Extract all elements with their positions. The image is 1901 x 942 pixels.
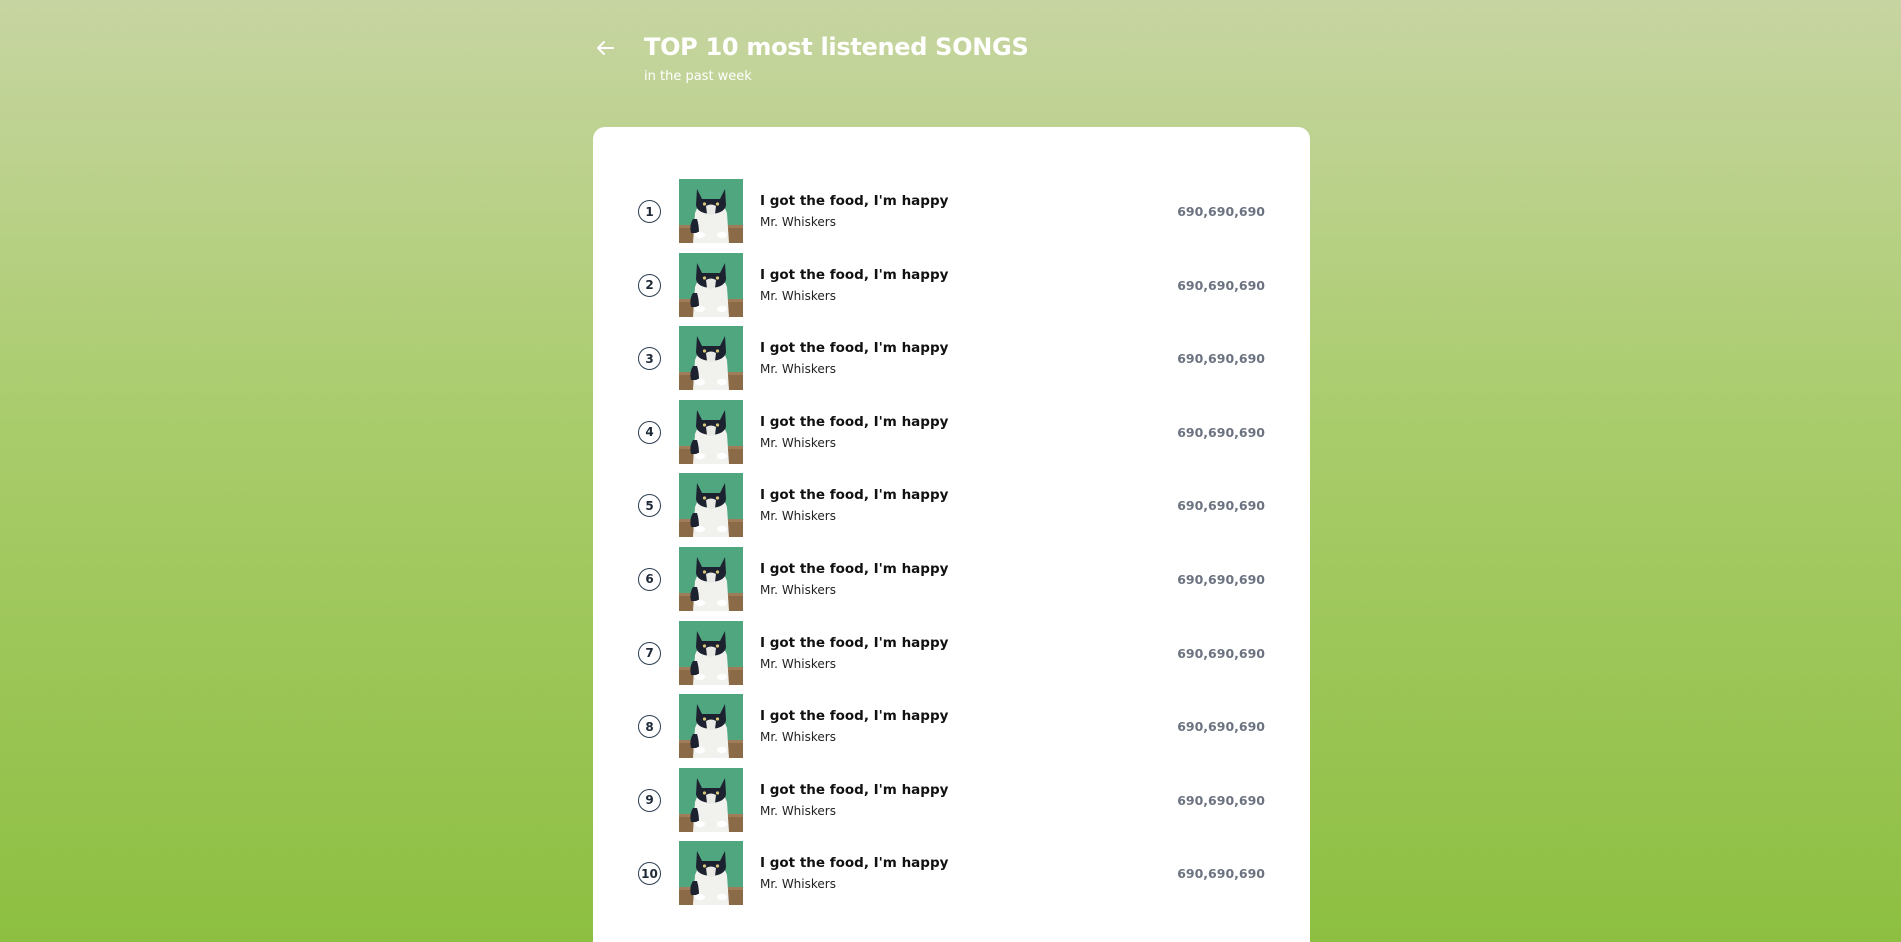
- play-count: 690,690,690: [1177, 645, 1265, 661]
- play-count: 690,690,690: [1177, 204, 1265, 219]
- cat-cover-image: [679, 620, 743, 685]
- play-count: 690,690,690: [1177, 571, 1265, 587]
- cat-cover-image: [679, 399, 743, 464]
- song-artist: Mr. Whiskers: [760, 288, 836, 303]
- song-artist: Mr. Whiskers: [760, 435, 836, 450]
- song-artist: Mr. Whiskers: [760, 509, 836, 524]
- song-row[interactable]: 10 I got the food, I'm happy Mr. Whisker…: [593, 841, 1310, 915]
- rank-badge: 8: [638, 715, 661, 739]
- song-artist: Mr. Whiskers: [760, 730, 836, 745]
- play-count: 690,690,690: [1177, 351, 1265, 367]
- play-count: 690,690,690: [1177, 424, 1265, 440]
- song-artist: Mr. Whiskers: [760, 877, 836, 892]
- song-row[interactable]: 4 I got the food, I'm happy Mr. Whiskers…: [593, 399, 1310, 474]
- song-row[interactable]: 3 I got the food, I'm happy Mr. Whiskers…: [593, 326, 1310, 400]
- song-row[interactable]: 6 I got the food, I'm happy Mr. Whiskers…: [593, 546, 1310, 621]
- play-count: 690,690,690: [1177, 277, 1265, 293]
- cat-cover-image: [679, 546, 743, 611]
- back-button[interactable]: [593, 36, 617, 60]
- song-artist: Mr. Whiskers: [760, 656, 836, 671]
- play-count: 690,690,690: [1177, 792, 1265, 808]
- play-count: 690,690,690: [1177, 866, 1265, 882]
- cat-cover-image: [679, 179, 743, 243]
- cat-cover-image: [679, 841, 743, 906]
- cat-cover-image: [679, 326, 743, 391]
- song-artist: Mr. Whiskers: [760, 362, 836, 377]
- song-artist: Mr. Whiskers: [760, 582, 836, 597]
- cat-cover-image: [679, 473, 743, 538]
- song-row[interactable]: 2 I got the food, I'm happy Mr. Whiskers…: [593, 252, 1310, 327]
- song-title: I got the food, I'm happy: [760, 266, 949, 283]
- song-row[interactable]: 7 I got the food, I'm happy Mr. Whiskers…: [593, 620, 1310, 695]
- arrow-left-icon: [597, 41, 614, 55]
- songs-card: 1 I got the food, I'm happy Mr. Whiskers…: [593, 127, 1310, 942]
- song-title: I got the food, I'm happy: [760, 193, 949, 209]
- cat-cover-image: [679, 694, 743, 759]
- rank-badge: 7: [638, 641, 661, 665]
- cat-cover-image: [679, 252, 743, 317]
- page-title: TOP 10 most listened SONGS: [644, 33, 1029, 61]
- cat-cover-image: [679, 767, 743, 832]
- song-title: I got the food, I'm happy: [760, 413, 949, 430]
- song-artist: Mr. Whiskers: [760, 215, 836, 229]
- song-title: I got the food, I'm happy: [760, 340, 949, 357]
- song-artist: Mr. Whiskers: [760, 803, 836, 818]
- rank-badge: 1: [638, 200, 661, 223]
- play-count: 690,690,690: [1177, 498, 1265, 514]
- song-title: I got the food, I'm happy: [760, 487, 949, 504]
- song-row[interactable]: 8 I got the food, I'm happy Mr. Whiskers…: [593, 694, 1310, 768]
- rank-badge: 3: [638, 347, 661, 371]
- rank-badge: 2: [638, 273, 661, 297]
- song-row[interactable]: 5 I got the food, I'm happy Mr. Whiskers…: [593, 473, 1310, 547]
- rank-badge: 9: [638, 788, 661, 812]
- rank-badge: 6: [638, 567, 661, 591]
- song-title: I got the food, I'm happy: [760, 634, 949, 651]
- rank-badge: 10: [638, 862, 661, 886]
- page-subtitle: in the past week: [644, 69, 752, 84]
- play-count: 690,690,690: [1177, 719, 1265, 735]
- song-row[interactable]: 9 I got the food, I'm happy Mr. Whiskers…: [593, 767, 1310, 842]
- song-row[interactable]: 1 I got the food, I'm happy Mr. Whiskers…: [593, 179, 1310, 253]
- rank-badge: 4: [638, 420, 661, 444]
- song-title: I got the food, I'm happy: [760, 781, 949, 798]
- song-title: I got the food, I'm happy: [760, 855, 949, 872]
- song-title: I got the food, I'm happy: [760, 708, 949, 725]
- song-title: I got the food, I'm happy: [760, 560, 949, 577]
- songs-list: 1 I got the food, I'm happy Mr. Whiskers…: [593, 179, 1310, 915]
- rank-badge: 5: [638, 494, 661, 518]
